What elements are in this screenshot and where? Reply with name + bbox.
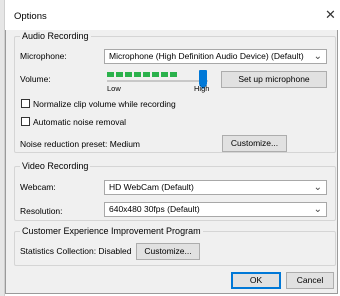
statistics-label: Statistics Collection: Disabled: [20, 246, 132, 256]
noise-customize-button[interactable]: Customize...: [222, 135, 287, 152]
volume-high-label: High: [194, 84, 210, 93]
ok-button[interactable]: OK: [231, 272, 281, 289]
webcam-label: Webcam:: [20, 182, 56, 192]
chevron-down-icon: ⌄: [313, 51, 322, 62]
microphone-select[interactable]: Microphone (High Definition Audio Device…: [104, 49, 327, 64]
noise-removal-checkbox[interactable]: [21, 117, 30, 126]
webcam-value: HD WebCam (Default): [109, 182, 194, 192]
audio-group-label: Audio Recording: [22, 31, 89, 41]
video-group-label: Video Recording: [22, 161, 89, 171]
title-bar: [5, 3, 338, 30]
meter-segment: [116, 72, 123, 77]
microphone-value: Microphone (High Definition Audio Device…: [109, 51, 304, 61]
microphone-label: Microphone:: [20, 51, 67, 61]
resolution-value: 640x480 30fps (Default): [109, 204, 200, 214]
noise-removal-label[interactable]: Automatic noise removal: [33, 117, 126, 127]
webcam-select[interactable]: HD WebCam (Default) ⌄: [104, 180, 327, 195]
normalize-label[interactable]: Normalize clip volume while recording: [33, 99, 176, 109]
resolution-select[interactable]: 640x480 30fps (Default) ⌄: [104, 202, 327, 217]
close-icon[interactable]: ✕: [325, 8, 336, 22]
meter-segment: [143, 72, 150, 77]
ceip-customize-button[interactable]: Customize...: [136, 243, 200, 260]
volume-slider-track[interactable]: [107, 80, 208, 82]
dialog-title: Options: [14, 11, 47, 22]
set-up-microphone-button[interactable]: Set up microphone: [221, 71, 327, 88]
chevron-down-icon: ⌄: [313, 182, 322, 193]
meter-segment: [107, 72, 114, 77]
volume-label: Volume:: [20, 74, 51, 84]
meter-segment: [170, 72, 177, 77]
resolution-label: Resolution:: [20, 206, 63, 216]
cancel-button[interactable]: Cancel: [286, 272, 334, 289]
meter-segment: [134, 72, 141, 77]
volume-meter: [107, 72, 202, 77]
normalize-checkbox[interactable]: [21, 99, 30, 108]
volume-low-label: Low: [107, 84, 121, 93]
meter-segment: [161, 72, 168, 77]
meter-segment: [125, 72, 132, 77]
meter-segment: [152, 72, 159, 77]
noise-preset-label: Noise reduction preset: Medium: [20, 139, 141, 149]
chevron-down-icon: ⌄: [313, 204, 322, 215]
volume-slider-thumb[interactable]: [199, 70, 207, 89]
ceip-group-label: Customer Experience Improvement Program: [22, 226, 201, 236]
